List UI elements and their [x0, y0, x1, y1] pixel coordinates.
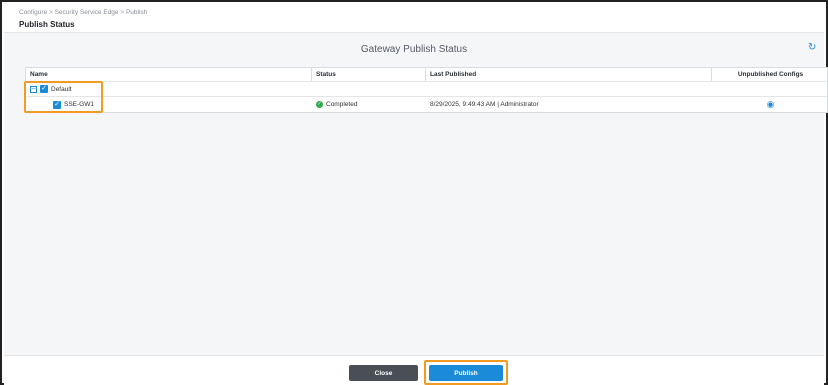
gateway-name: SSE-GW1 [64, 101, 94, 108]
section-title: Gateway Publish Status [360, 44, 468, 55]
page-title: Publish Status [19, 20, 75, 29]
table-header-row: Name Status Last Published Unpublished C… [26, 68, 827, 82]
table-row: ✓ SSE-GW1 ✓ Completed 8/29/2025, 9:49:43… [26, 97, 827, 112]
check-circle-icon: ✓ [316, 101, 323, 108]
refresh-icon[interactable]: ↻ [808, 43, 818, 53]
column-header-name[interactable]: Name [26, 68, 312, 81]
column-header-last-published[interactable]: Last Published [426, 68, 712, 81]
column-header-unpublished-configs[interactable]: Unpublished Configs [712, 68, 828, 81]
unpublished-configs-cell: ◉ [712, 97, 828, 112]
group-name-cell: − ✓ Default [26, 82, 312, 96]
page-header: Configure > Security Service Edge > Publ… [4, 4, 824, 33]
status-text: Completed [326, 101, 358, 108]
main-panel: Gateway Publish Status ↻ Name Status Las… [4, 33, 828, 355]
eye-icon[interactable]: ◉ [767, 99, 775, 110]
gateway-name-cell: ✓ SSE-GW1 [26, 97, 312, 112]
last-published-cell: 8/29/2025, 9:49:43 AM | Administrator [430, 101, 539, 108]
table-row-group-default: − ✓ Default [26, 82, 827, 97]
publish-window: Configure > Security Service Edge > Publ… [0, 0, 828, 385]
status-cell: ✓ Completed [312, 97, 426, 112]
dialog-footer: Close Publish [4, 355, 824, 385]
publish-button[interactable]: Publish [429, 365, 503, 381]
collapse-icon[interactable]: − [30, 85, 37, 93]
gateway-checkbox[interactable]: ✓ [53, 100, 61, 109]
group-checkbox[interactable]: ✓ [40, 85, 48, 93]
gateway-status-table: Name Status Last Published Unpublished C… [25, 67, 828, 113]
column-header-status[interactable]: Status [312, 68, 426, 81]
close-button[interactable]: Close [349, 365, 418, 381]
breadcrumb: Configure > Security Service Edge > Publ… [19, 9, 148, 16]
group-label: Default [51, 85, 72, 93]
